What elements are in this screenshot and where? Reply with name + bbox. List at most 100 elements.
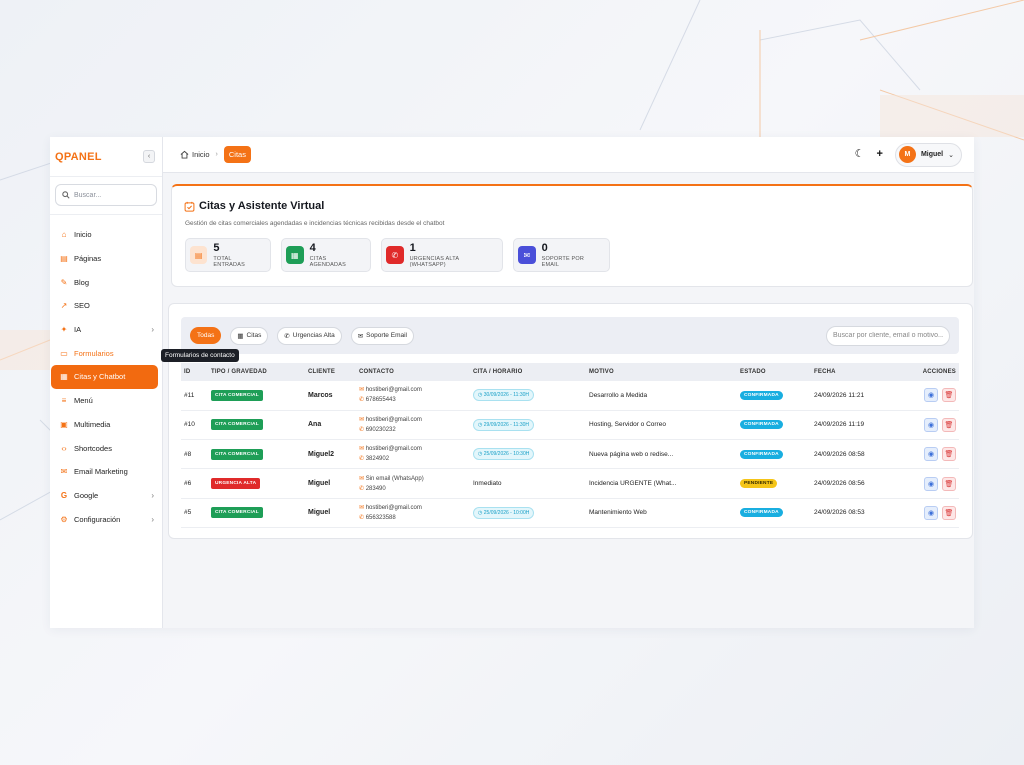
slot-badge: ◷ 30/09/2026 - 11:30H bbox=[473, 389, 534, 402]
breadcrumb-home[interactable]: Inicio bbox=[180, 150, 210, 159]
clock-icon: ◷ bbox=[478, 421, 483, 428]
home-icon bbox=[180, 150, 189, 159]
page-subtitle: Gestión de citas comerciales agendadas e… bbox=[185, 220, 445, 227]
cell-contact: ✉ hostiberi@gmail.com ✆ 3824902 bbox=[356, 439, 470, 470]
view-button[interactable]: ◉ bbox=[924, 476, 938, 491]
breadcrumb-current: Citas bbox=[223, 146, 251, 163]
delete-button[interactable]: 🗑 bbox=[942, 388, 956, 403]
cell-client: Ana bbox=[305, 410, 356, 441]
pen-icon: ✎ bbox=[60, 277, 68, 287]
chevron-right-icon: › bbox=[151, 490, 154, 500]
view-button[interactable]: ◉ bbox=[924, 417, 938, 432]
sidebar-item-ia[interactable]: ✦ IA › bbox=[50, 318, 162, 342]
cell-reason: Mantenimiento Web bbox=[586, 498, 737, 528]
table-search-input[interactable] bbox=[826, 325, 950, 346]
cell-contact: ✉ hostiberi@gmail.com ✆ 690230232 bbox=[356, 410, 470, 441]
sidebar-item-shortcodes[interactable]: ‹› Shortcodes bbox=[50, 436, 162, 460]
cell-client: Miguel bbox=[305, 498, 356, 528]
trash-icon: 🗑 bbox=[944, 509, 954, 517]
user-name: Miguel bbox=[920, 151, 944, 158]
list-icon: ▤ bbox=[190, 246, 208, 264]
col-header-estado: ESTADO bbox=[737, 363, 811, 381]
topbar: Inicio › Citas ☾ + M Miguel ⌄ bbox=[163, 137, 974, 173]
delete-button[interactable]: 🗑 bbox=[942, 476, 956, 491]
type-badge: CITA COMERCIAL bbox=[211, 448, 263, 460]
sidebar-item-email-marketing[interactable]: ✉ Email Marketing bbox=[50, 460, 162, 484]
sidebar-search-input[interactable] bbox=[74, 191, 144, 199]
view-button[interactable]: ◉ bbox=[924, 388, 938, 403]
cell-date: 24/09/2026 08:53 bbox=[811, 498, 906, 528]
contact-phone: 656323588 bbox=[365, 514, 396, 521]
cell-contact: ✉ Sin email (WhatsApp) ✆ 283490 bbox=[356, 468, 470, 499]
cell-type: CITA COMERCIAL bbox=[208, 498, 305, 528]
cell-actions: ◉ 🗑 bbox=[906, 468, 959, 499]
cell-slot: Inmediato bbox=[470, 468, 586, 499]
sidebar-item-menu[interactable]: ≡ Menú bbox=[50, 389, 162, 413]
sidebar-item-formularios[interactable]: ▭ Formularios bbox=[50, 341, 162, 365]
trash-icon: 🗑 bbox=[944, 392, 954, 400]
cell-status: PENDIENTE bbox=[737, 468, 811, 499]
status-badge: CONFIRMADA bbox=[740, 449, 783, 459]
contact-email: hostiberi@gmail.com bbox=[365, 387, 422, 394]
chart-icon: ↗ bbox=[60, 301, 68, 311]
delete-button[interactable]: 🗑 bbox=[942, 447, 956, 462]
cell-id: #11 bbox=[181, 381, 208, 411]
plus-icon: + bbox=[876, 148, 883, 160]
sidebar-item-blog[interactable]: ✎ Blog bbox=[50, 270, 162, 294]
clock-icon: ◷ bbox=[478, 451, 483, 458]
eye-icon: ◉ bbox=[927, 480, 935, 488]
cell-reason: Nueva página web o redise... bbox=[586, 439, 737, 470]
user-menu-button[interactable]: M Miguel ⌄ bbox=[894, 142, 962, 167]
delete-button[interactable]: 🗑 bbox=[942, 417, 956, 432]
cell-id: #5 bbox=[181, 498, 208, 528]
col-header-acciones: ACCIONES bbox=[906, 363, 959, 381]
formularios-tooltip: Formularios de contacto bbox=[161, 349, 239, 362]
contact-email: Sin email (WhatsApp) bbox=[365, 475, 424, 482]
header-card: Citas y Asistente Virtual Gestión de cit… bbox=[171, 184, 973, 287]
phone-icon: ✆ bbox=[359, 485, 365, 492]
table-row: #5 CITA COMERCIAL Miguel ✉ hostiberi@gma… bbox=[181, 498, 959, 528]
sidebar-item-configuracion[interactable]: ⚙ Configuración › bbox=[50, 507, 162, 531]
stat-total-entradas: ▤ 5 TOTAL ENTRADAS bbox=[185, 238, 271, 272]
slot-text: 30/09/2026 - 11:30H bbox=[483, 392, 529, 399]
mail-icon: ✉ bbox=[359, 387, 365, 394]
filter-chip-urgencias[interactable]: ✆ Urgencias Alta bbox=[277, 326, 342, 345]
filter-chip-todas[interactable]: Todas bbox=[190, 327, 222, 344]
slot-badge: ◷ 25/09/2026 - 10:30H bbox=[473, 448, 535, 461]
contact-phone: 3824902 bbox=[365, 456, 390, 463]
view-button[interactable]: ◉ bbox=[924, 505, 938, 520]
status-badge: CONFIRMADA bbox=[740, 508, 783, 518]
delete-button[interactable]: 🗑 bbox=[942, 505, 956, 520]
filter-chip-soporte-email[interactable]: ✉ Soporte Email bbox=[350, 326, 414, 345]
view-button[interactable]: ◉ bbox=[924, 447, 938, 462]
clock-icon: ◷ bbox=[478, 509, 483, 516]
mail-icon: ✉ bbox=[359, 446, 365, 453]
chip-label: Urgencias Alta bbox=[292, 332, 335, 339]
filter-chip-citas[interactable]: ▦ Citas bbox=[230, 326, 269, 345]
calendar-icon: ▦ bbox=[237, 332, 244, 340]
mail-icon: ✉ bbox=[359, 475, 365, 482]
collapse-sidebar-button[interactable]: ‹ bbox=[143, 150, 155, 163]
stat-value: 1 bbox=[409, 241, 416, 254]
sidebar-item-multimedia[interactable]: ▣ Multimedia bbox=[50, 413, 162, 437]
sidebar-item-inicio[interactable]: ⌂ Inicio bbox=[50, 223, 162, 247]
add-button[interactable]: + bbox=[877, 149, 883, 160]
contact-email: hostiberi@gmail.com bbox=[365, 416, 422, 423]
slot-text: 29/09/2026 - 11:30H bbox=[483, 421, 529, 428]
sidebar-item-seo[interactable]: ↗ SEO bbox=[50, 294, 162, 318]
dark-mode-toggle[interactable]: ☾ bbox=[855, 149, 865, 160]
sidebar-item-label: SEO bbox=[74, 301, 90, 311]
cell-client: Miguel bbox=[305, 468, 356, 499]
sidebar-item-google[interactable]: G Google › bbox=[50, 484, 162, 508]
cell-client: Miguel2 bbox=[305, 439, 356, 470]
cell-status: CONFIRMADA bbox=[737, 498, 811, 528]
col-header-tipo: TIPO / GRAVEDAD bbox=[208, 363, 305, 381]
main-content: Inicio › Citas ☾ + M Miguel ⌄ Citas y As… bbox=[163, 137, 974, 628]
app-window: QPANEL ‹ ⌂ Inicio ▤ Páginas ✎ Blog bbox=[50, 137, 974, 628]
sidebar-item-label: Configuración bbox=[74, 514, 121, 524]
slot-text: 25/09/2026 - 10:00H bbox=[483, 509, 530, 516]
sidebar-item-citas-chatbot[interactable]: ▦ Citas y Chatbot bbox=[51, 365, 158, 389]
sidebar-item-paginas[interactable]: ▤ Páginas bbox=[50, 247, 162, 271]
brand-logo: QPANEL bbox=[55, 150, 102, 163]
contact-phone: 690230232 bbox=[365, 426, 396, 433]
